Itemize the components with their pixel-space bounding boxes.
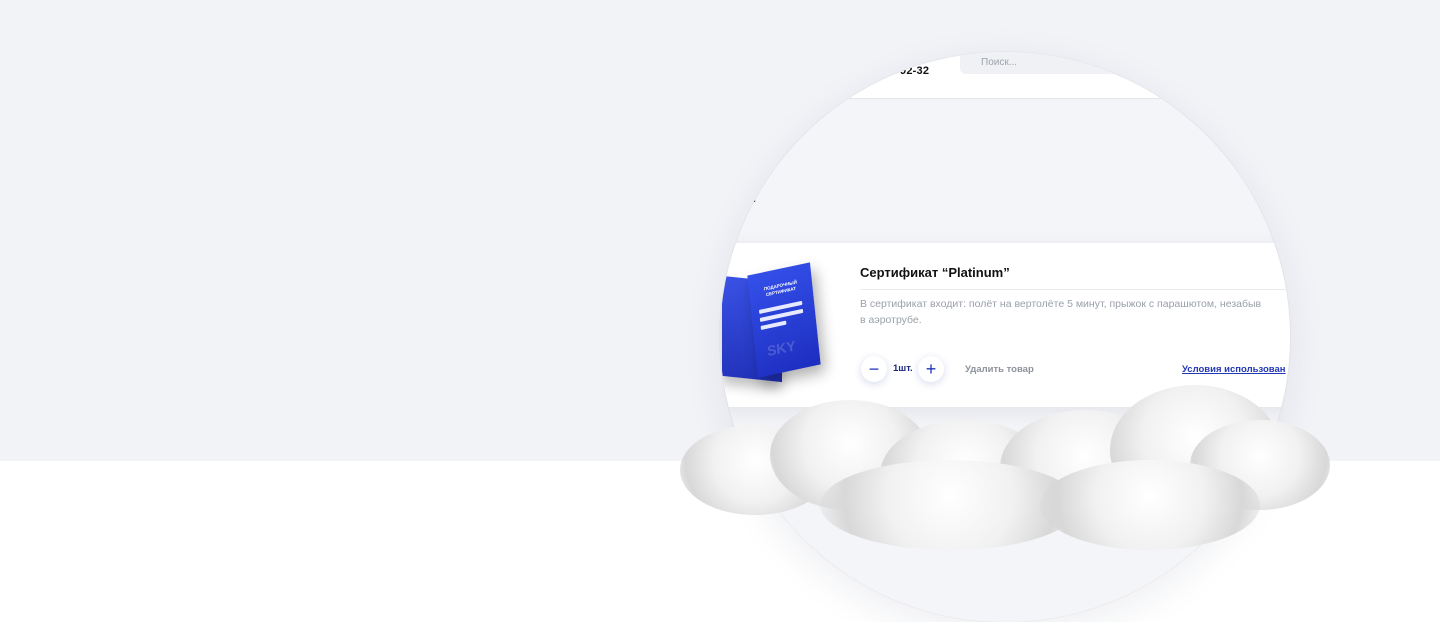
- product-description: В сертификат входит: полёт на вертолёте …: [860, 296, 1290, 328]
- quantity-value: 1шт.: [893, 363, 913, 374]
- booklet-brand: SKY: [766, 337, 797, 360]
- magnifier-lens: 92-32 а: ПОДАРОЧНЫЙ СЕРТИФИКАТ SKY Серти…: [720, 52, 1290, 622]
- description-line: в аэротрубе.: [860, 314, 922, 326]
- certificate-image: ПОДАРОЧНЫЙ СЕРТИФИКАТ SKY: [720, 262, 846, 383]
- plus-icon[interactable]: +: [918, 356, 944, 382]
- item-controls: − 1шт. + Удалить товар Условия использов…: [860, 356, 1290, 382]
- minus-icon[interactable]: −: [861, 356, 887, 382]
- search-box[interactable]: [960, 52, 1290, 74]
- phone-number[interactable]: 92-32: [900, 65, 929, 77]
- cart-item-card: ПОДАРОЧНЫЙ СЕРТИФИКАТ SKY Сертификат “Pl…: [720, 242, 1290, 407]
- terms-link[interactable]: Условия использован: [1182, 364, 1286, 375]
- booklet-title: ПОДАРОЧНЫЙ СЕРТИФИКАТ: [755, 278, 807, 301]
- description-line: В сертификат входит: полёт на вертолёте …: [860, 298, 1262, 310]
- search-input[interactable]: [960, 53, 1281, 68]
- page-title: а:: [740, 186, 757, 207]
- remove-item-button[interactable]: Удалить товар: [965, 364, 1034, 375]
- site-header: 92-32: [720, 52, 1290, 99]
- product-title: Сертификат “Platinum”: [860, 265, 1010, 280]
- divider: [860, 289, 1290, 290]
- booklet-front: ПОДАРОЧНЫЙ СЕРТИФИКАТ SKY: [747, 262, 821, 378]
- booklet-field: [760, 320, 787, 330]
